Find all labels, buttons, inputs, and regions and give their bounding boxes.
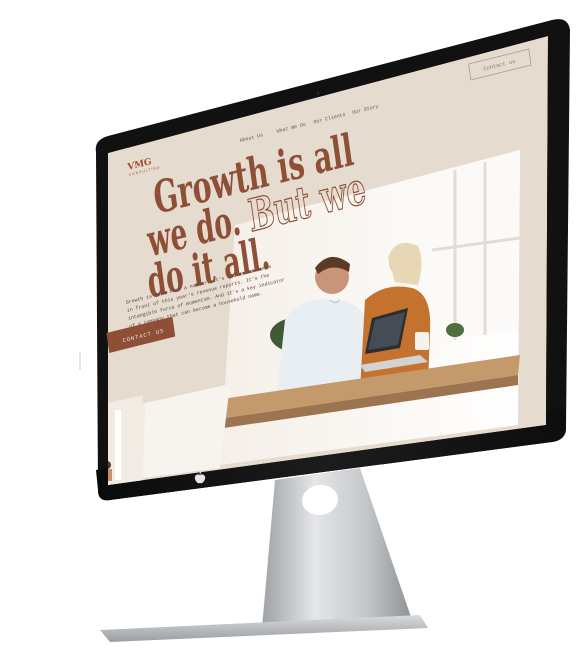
camera-icon: [316, 91, 320, 95]
monitor-scene: VMG CONSULTING About Us What We Do Our C…: [79, 19, 570, 642]
